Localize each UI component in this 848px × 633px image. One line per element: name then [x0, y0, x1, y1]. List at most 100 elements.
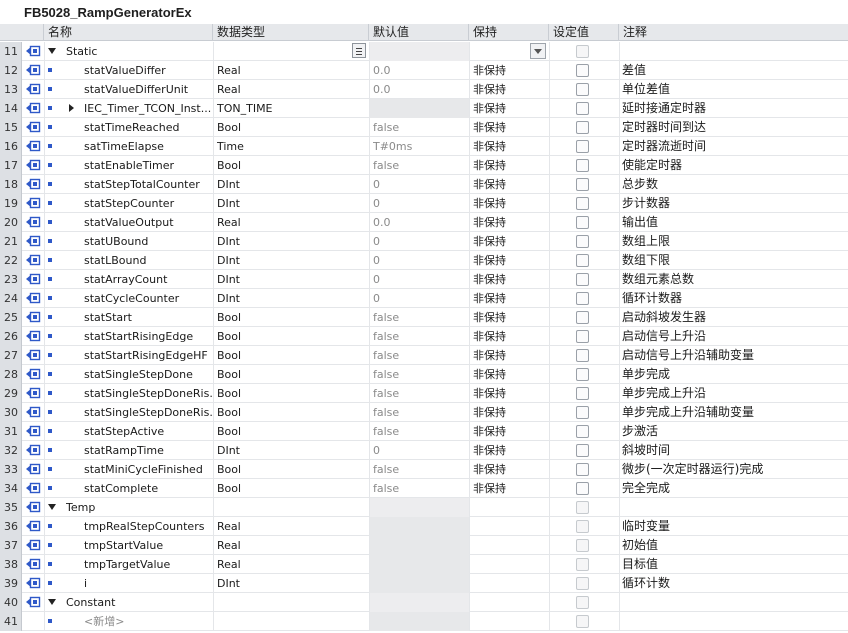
- data-type[interactable]: Bool: [217, 327, 365, 345]
- variable-name[interactable]: statSingleStepDoneRis...: [84, 384, 212, 402]
- variable-name[interactable]: tmpTargetValue: [84, 555, 212, 573]
- table-row[interactable]: 37 tmpStartValue Real 初始值: [0, 536, 848, 555]
- retain-value[interactable]: 非保持: [473, 232, 545, 250]
- comment[interactable]: 单步完成上升沿辅助变量: [622, 403, 846, 421]
- row-number[interactable]: 35: [0, 498, 22, 517]
- variable-name[interactable]: statEnableTimer: [84, 156, 212, 174]
- comment[interactable]: 数组上限: [622, 232, 846, 250]
- row-number[interactable]: 11: [0, 42, 22, 61]
- comment[interactable]: 单步完成: [622, 365, 846, 383]
- setpoint-checkbox[interactable]: [576, 615, 589, 628]
- comment[interactable]: [622, 498, 846, 516]
- comment[interactable]: 临时变量: [622, 517, 846, 535]
- setpoint-checkbox[interactable]: [576, 159, 589, 172]
- setpoint-checkbox[interactable]: [576, 425, 589, 438]
- collapse-arrow-icon[interactable]: [48, 504, 56, 510]
- row-number[interactable]: 20: [0, 213, 22, 232]
- table-row[interactable]: 16 satTimeElapse Time T#0ms 非保持 定时器流逝时间: [0, 137, 848, 156]
- retain-value[interactable]: [473, 536, 545, 554]
- variable-name[interactable]: statStartRisingEdgeHF: [84, 346, 212, 364]
- setpoint-checkbox[interactable]: [576, 178, 589, 191]
- data-type[interactable]: Bool: [217, 460, 365, 478]
- default-value[interactable]: 0: [373, 175, 468, 193]
- comment[interactable]: 启动信号上升沿: [622, 327, 846, 345]
- retain-value[interactable]: 非保持: [473, 441, 545, 459]
- row-number[interactable]: 21: [0, 232, 22, 251]
- retain-value[interactable]: 非保持: [473, 384, 545, 402]
- setpoint-checkbox[interactable]: [576, 539, 589, 552]
- comment[interactable]: 循环计数器: [622, 289, 846, 307]
- setpoint-checkbox[interactable]: [576, 596, 589, 609]
- row-number[interactable]: 40: [0, 593, 22, 612]
- table-row[interactable]: 19 statStepCounter DInt 0 非保持 步计数器: [0, 194, 848, 213]
- row-number[interactable]: 33: [0, 460, 22, 479]
- variable-name[interactable]: Temp: [66, 498, 212, 516]
- setpoint-checkbox[interactable]: [576, 387, 589, 400]
- default-value[interactable]: false: [373, 365, 468, 383]
- variable-name[interactable]: tmpRealStepCounters: [84, 517, 212, 535]
- data-type[interactable]: Time: [217, 137, 365, 155]
- setpoint-checkbox[interactable]: [576, 45, 589, 58]
- retain-value[interactable]: 非保持: [473, 61, 545, 79]
- retain-value[interactable]: [473, 555, 545, 573]
- table-row[interactable]: 20 statValueOutput Real 0.0 非保持 输出值: [0, 213, 848, 232]
- retain-value[interactable]: 非保持: [473, 118, 545, 136]
- retain-value[interactable]: 非保持: [473, 346, 545, 364]
- data-type[interactable]: DInt: [217, 441, 365, 459]
- row-number[interactable]: 26: [0, 327, 22, 346]
- setpoint-checkbox[interactable]: [576, 368, 589, 381]
- variable-name[interactable]: satTimeElapse: [84, 137, 212, 155]
- comment[interactable]: 数组元素总数: [622, 270, 846, 288]
- data-type[interactable]: Bool: [217, 346, 365, 364]
- default-value[interactable]: false: [373, 346, 468, 364]
- variable-name[interactable]: statStartRisingEdge: [84, 327, 212, 345]
- comment[interactable]: 步计数器: [622, 194, 846, 212]
- table-row[interactable]: 24 statCycleCounter DInt 0 非保持 循环计数器: [0, 289, 848, 308]
- variable-name[interactable]: statValueOutput: [84, 213, 212, 231]
- retain-value[interactable]: 非保持: [473, 422, 545, 440]
- table-row[interactable]: 38 tmpTargetValue Real 目标值: [0, 555, 848, 574]
- setpoint-checkbox[interactable]: [576, 501, 589, 514]
- row-number[interactable]: 34: [0, 479, 22, 498]
- default-value[interactable]: T#0ms: [373, 137, 468, 155]
- row-number[interactable]: 19: [0, 194, 22, 213]
- section-row[interactable]: 35 Temp: [0, 498, 848, 517]
- header-default[interactable]: 默认值: [369, 24, 469, 41]
- data-type[interactable]: Bool: [217, 403, 365, 421]
- row-number[interactable]: 31: [0, 422, 22, 441]
- variable-name[interactable]: statLBound: [84, 251, 212, 269]
- table-row[interactable]: 21 statUBound DInt 0 非保持 数组上限: [0, 232, 848, 251]
- retain-value[interactable]: 非保持: [473, 479, 545, 497]
- default-value[interactable]: [373, 555, 468, 573]
- table-row[interactable]: 28 statSingleStepDone Bool false 非保持 单步完成: [0, 365, 848, 384]
- data-type[interactable]: DInt: [217, 175, 365, 193]
- setpoint-checkbox[interactable]: [576, 311, 589, 324]
- setpoint-checkbox[interactable]: [576, 140, 589, 153]
- row-number[interactable]: 28: [0, 365, 22, 384]
- data-type[interactable]: DInt: [217, 232, 365, 250]
- retain-value[interactable]: 非保持: [473, 365, 545, 383]
- table-row[interactable]: 27 statStartRisingEdgeHF Bool false 非保持 启动信号上…: [0, 346, 848, 365]
- comment[interactable]: 初始值: [622, 536, 846, 554]
- retain-value[interactable]: [473, 517, 545, 535]
- comment[interactable]: [622, 612, 846, 630]
- default-value[interactable]: false: [373, 403, 468, 421]
- setpoint-checkbox[interactable]: [576, 520, 589, 533]
- retain-value[interactable]: 非保持: [473, 156, 545, 174]
- setpoint-checkbox[interactable]: [576, 577, 589, 590]
- table-row[interactable]: 22 statLBound DInt 0 非保持 数组下限: [0, 251, 848, 270]
- expand-arrow-icon[interactable]: [69, 104, 74, 112]
- table-row[interactable]: 18 statStepTotalCounter DInt 0 非保持 总步数: [0, 175, 848, 194]
- data-type[interactable]: Real: [217, 536, 365, 554]
- data-type[interactable]: [217, 593, 365, 611]
- retain-value[interactable]: 非保持: [473, 251, 545, 269]
- retain-value[interactable]: 非保持: [473, 175, 545, 193]
- comment[interactable]: [622, 42, 846, 60]
- row-number[interactable]: 27: [0, 346, 22, 365]
- table-row[interactable]: 29 statSingleStepDoneRis... Bool false 非保持 单步…: [0, 384, 848, 403]
- default-value[interactable]: 0: [373, 194, 468, 212]
- data-type[interactable]: Bool: [217, 118, 365, 136]
- comment[interactable]: 启动信号上升沿辅助变量: [622, 346, 846, 364]
- table-row[interactable]: 33 statMiniCycleFinished Bool false 非保持 微步(一次…: [0, 460, 848, 479]
- default-value[interactable]: false: [373, 308, 468, 326]
